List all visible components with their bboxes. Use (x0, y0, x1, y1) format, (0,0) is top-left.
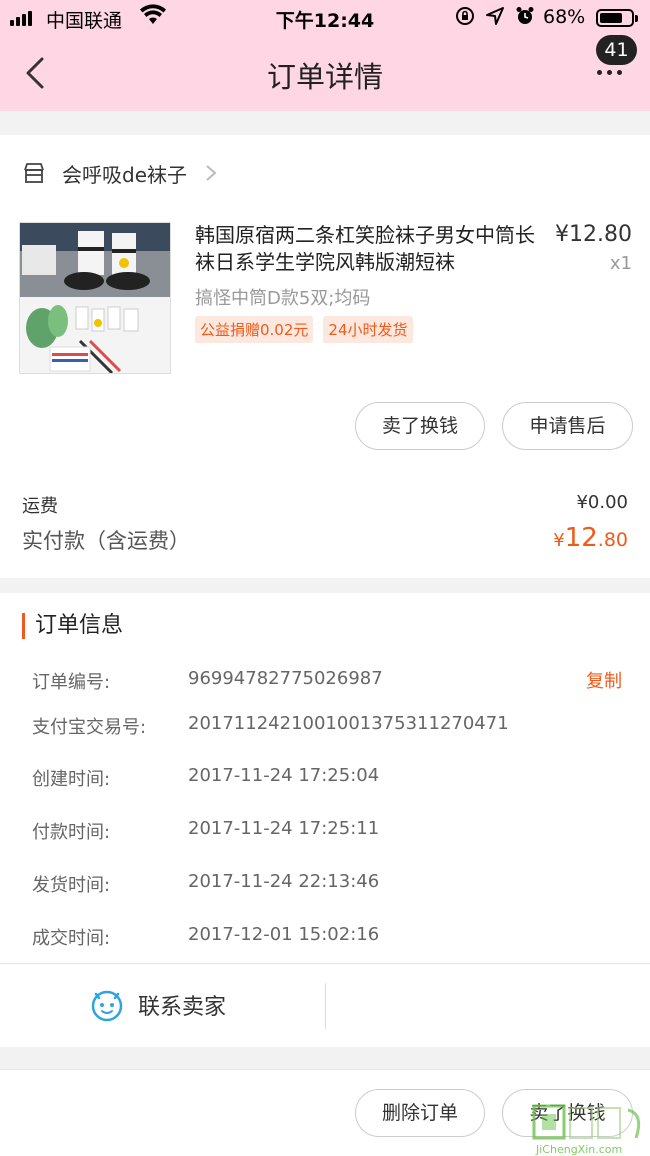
store-icon (24, 163, 44, 183)
battery-icon (596, 9, 638, 27)
divider (0, 963, 650, 964)
vertical-divider (325, 983, 326, 1029)
shipping-value: ¥0.00 (576, 492, 628, 513)
more-icon[interactable] (597, 70, 622, 75)
order-number-value: 96994782775026987 (188, 668, 383, 689)
socks-photo (20, 223, 170, 373)
message-badge: 41 (596, 35, 637, 65)
completed-time-value: 2017-12-01 15:02:16 (188, 924, 380, 945)
alipay-trade-label: 支付宝交易号: (32, 717, 147, 738)
chevron-right-icon (206, 165, 217, 181)
created-time-label: 创建时间: (32, 769, 111, 790)
product-price: ¥12.80 (555, 222, 632, 247)
shipped-time-label: 发货时间: (32, 875, 111, 896)
alarm-icon (516, 7, 534, 24)
order-number-label: 订单编号: (32, 672, 111, 693)
shipping-label: 运费 (22, 496, 58, 517)
fast-ship-tag: 24小时发货 (323, 316, 413, 343)
product-title[interactable]: 韩国原宿两二条杠笑脸袜子男女中筒长袜日系学生学院风韩版潮短袜 (195, 222, 540, 276)
paid-amount: ¥12.80 (553, 523, 628, 553)
completed-time-label: 成交时间: (32, 928, 111, 949)
watermark-logo: JiChengXin.com (532, 1104, 641, 1156)
contact-seller-label: 联系卖家 (138, 995, 227, 1020)
sell-for-cash-button[interactable]: 卖了换钱 (355, 402, 485, 450)
copy-button[interactable]: 复制 (586, 667, 622, 693)
rotation-lock-icon (456, 7, 474, 25)
location-icon (486, 7, 504, 25)
product-sku: 搞怪中筒D款5双;均码 (195, 288, 371, 309)
paid-time-label: 付款时间: (32, 822, 111, 843)
battery-percent: 68% (543, 6, 586, 28)
order-info-title: 订单信息 (22, 613, 123, 639)
svg-text:JiChengXin.com: JiChengXin.com (535, 1143, 622, 1156)
app-header: 中国联通 下午12:44 68% 订单详情 41 (0, 0, 650, 111)
shop-name: 会呼吸de袜子 (62, 162, 187, 187)
contact-seller-button[interactable]: 联系卖家 (90, 988, 226, 1022)
paid-label: 实付款（含运费） (22, 529, 190, 553)
after-sale-button[interactable]: 申请售后 (502, 402, 633, 450)
shipped-time-value: 2017-11-24 22:13:46 (188, 871, 380, 892)
page-title: 订单详情 (266, 60, 383, 94)
alipay-trade-value: 2017112421001001375311270471 (188, 713, 509, 734)
product-quantity: x1 (609, 253, 632, 274)
created-time-value: 2017-11-24 17:25:04 (188, 765, 380, 786)
status-bar: 中国联通 下午12:44 68% (0, 0, 650, 36)
product-image[interactable] (19, 222, 171, 374)
shop-link[interactable]: 会呼吸de袜子 (22, 157, 217, 189)
charity-tag: 公益捐赠0.02元 (195, 316, 314, 343)
chat-face-icon (91, 990, 123, 1022)
paid-time-value: 2017-11-24 17:25:11 (188, 818, 380, 839)
delete-order-button[interactable]: 删除订单 (355, 1089, 485, 1137)
